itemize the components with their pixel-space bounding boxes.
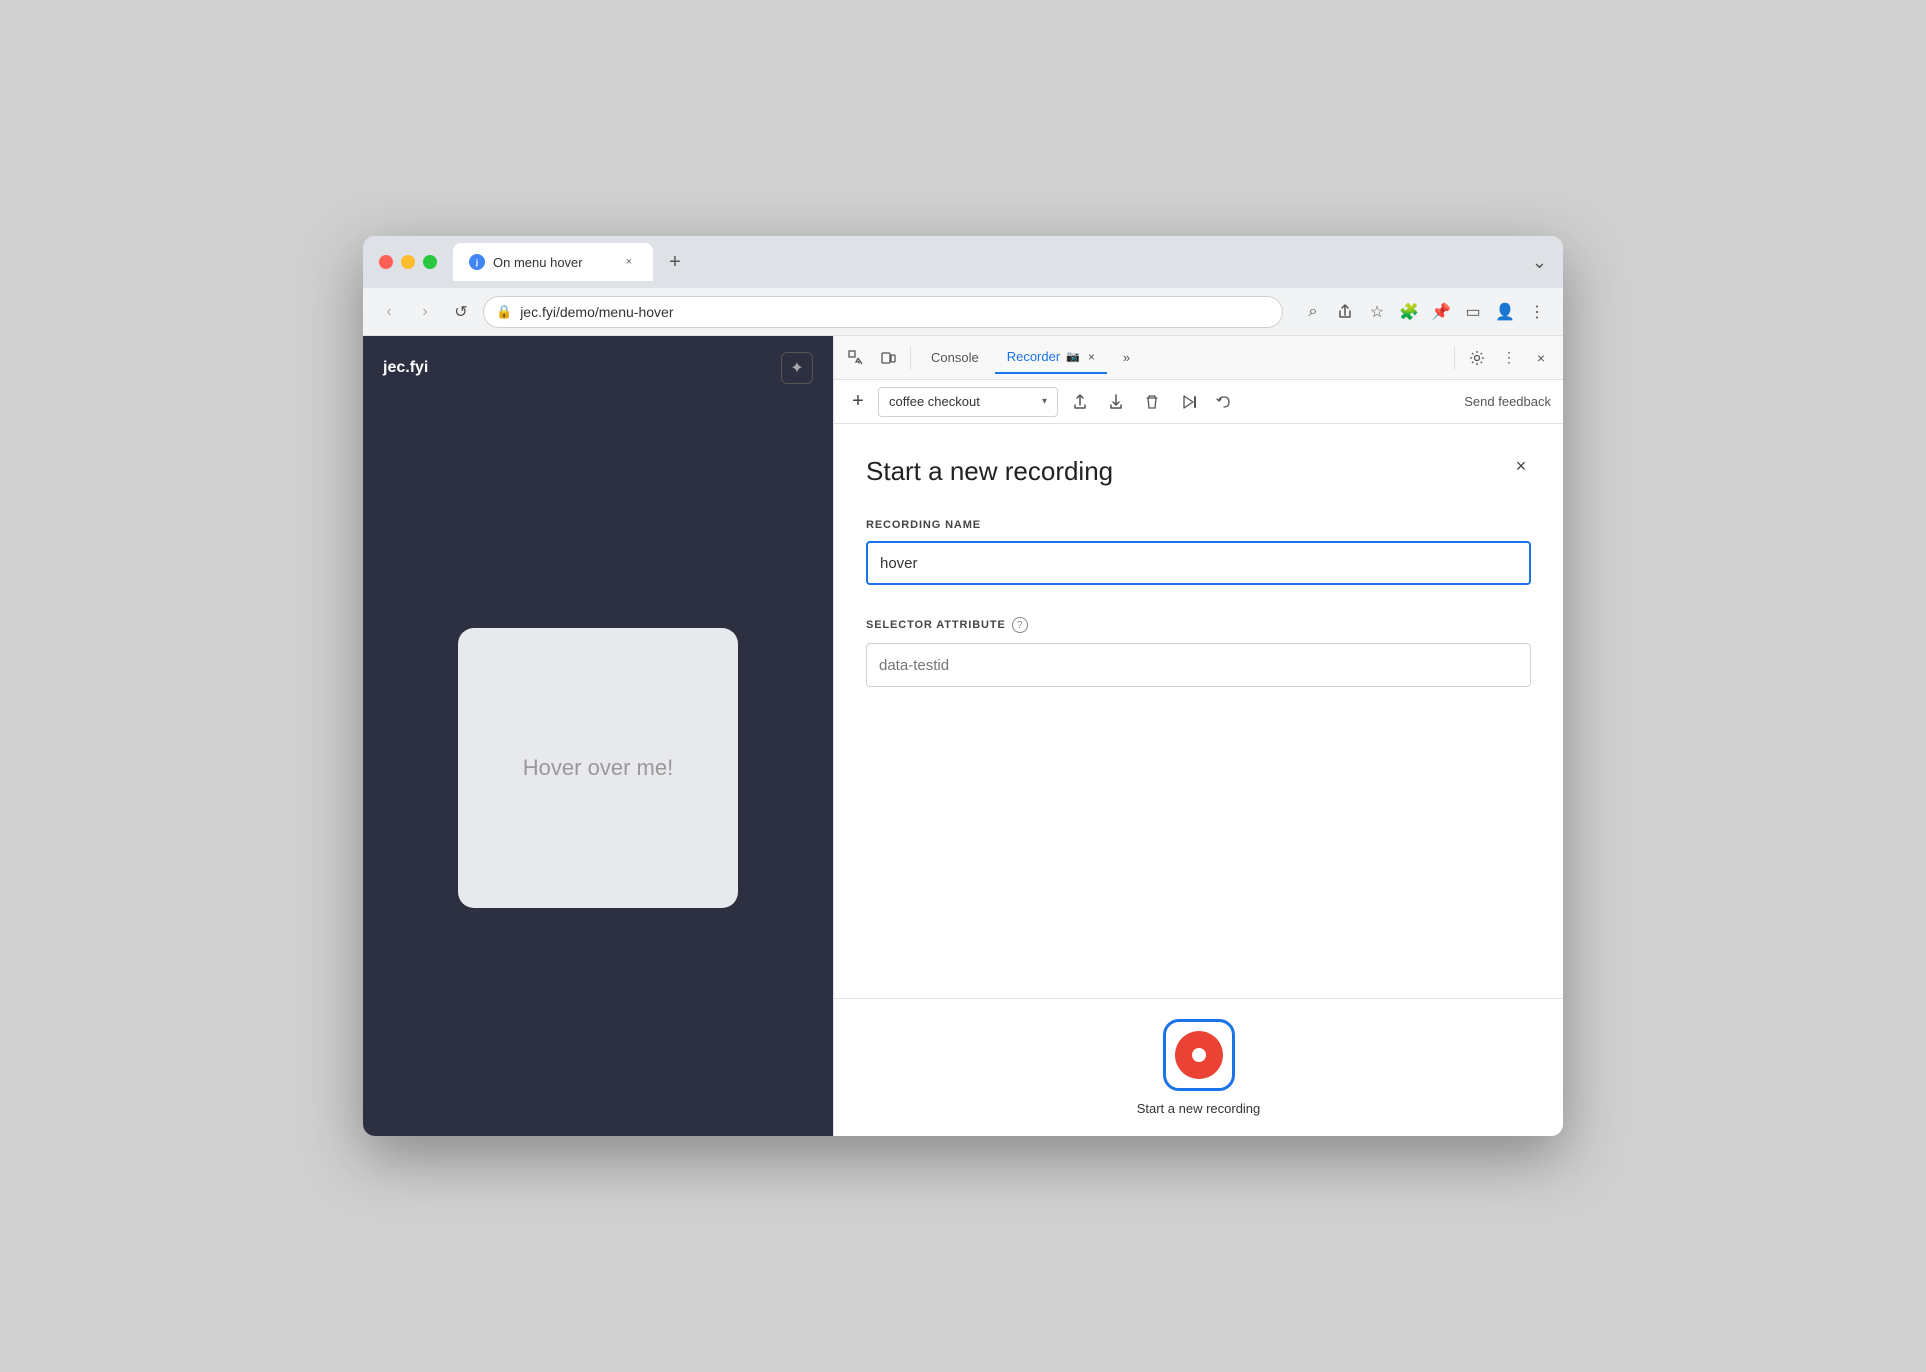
devtools-tabs: Console Recorder 📷 × » bbox=[834, 336, 1563, 380]
devtools-close-button[interactable]: × bbox=[1527, 344, 1555, 372]
download-button[interactable] bbox=[1102, 388, 1130, 416]
window-button[interactable]: ▭ bbox=[1459, 298, 1487, 326]
recorder-content: × Start a new recording RECORDING NAME S… bbox=[834, 424, 1563, 998]
new-tab-button[interactable]: + bbox=[661, 248, 689, 276]
window-menu-button[interactable]: ⌄ bbox=[1532, 252, 1547, 273]
recording-name-label: RECORDING NAME bbox=[866, 519, 1531, 531]
add-icon: + bbox=[852, 390, 864, 413]
devtools-right-actions: ⋮ × bbox=[1450, 344, 1555, 372]
chrome-menu-button[interactable]: ⋮ bbox=[1523, 298, 1551, 326]
webpage-content: Hover over me! bbox=[363, 400, 833, 1136]
webpage-logo: jec.fyi bbox=[383, 359, 428, 377]
selector-attribute-label: SELECTOR ATTRIBUTE bbox=[866, 619, 1006, 631]
upload-button[interactable] bbox=[1066, 388, 1094, 416]
traffic-lights bbox=[379, 255, 437, 269]
more-tabs-label: » bbox=[1123, 350, 1130, 365]
active-tab[interactable]: j On menu hover × bbox=[453, 243, 653, 281]
search-icon-btn[interactable]: ⌕ bbox=[1299, 298, 1327, 326]
start-recording-button[interactable] bbox=[1163, 1019, 1235, 1091]
record-icon-inner bbox=[1189, 1045, 1209, 1065]
traffic-light-red[interactable] bbox=[379, 255, 393, 269]
tab-title: On menu hover bbox=[493, 255, 613, 270]
recorder-bottom: Start a new recording bbox=[834, 998, 1563, 1136]
webpage-topbar: jec.fyi ✦ bbox=[363, 336, 833, 400]
reload-button[interactable]: ↺ bbox=[447, 298, 475, 326]
devtools-menu-button[interactable]: ⋮ bbox=[1495, 344, 1523, 372]
selector-attribute-input[interactable] bbox=[866, 643, 1531, 687]
dropdown-arrow-icon: ▾ bbox=[1042, 396, 1047, 407]
dialog-title: Start a new recording bbox=[866, 456, 1531, 487]
tab-favicon: j bbox=[469, 254, 485, 270]
browser-window: j On menu hover × + ⌄ ‹ › ↺ 🔒 jec.fyi/de… bbox=[363, 236, 1563, 1136]
tab-recorder[interactable]: Recorder 📷 × bbox=[995, 342, 1107, 374]
delete-button[interactable] bbox=[1138, 388, 1166, 416]
profile-button[interactable]: 👤 bbox=[1491, 298, 1519, 326]
pin-button[interactable]: 📌 bbox=[1427, 298, 1455, 326]
tab-separator-2 bbox=[1454, 346, 1455, 370]
content-area: jec.fyi ✦ Hover over me! bbox=[363, 336, 1563, 1136]
console-tab-label: Console bbox=[931, 350, 979, 365]
start-recording-label: Start a new recording bbox=[1137, 1101, 1261, 1116]
forward-button[interactable]: › bbox=[411, 298, 439, 326]
tab-more[interactable]: » bbox=[1111, 342, 1142, 374]
webpage-panel: jec.fyi ✦ Hover over me! bbox=[363, 336, 833, 1136]
recorder-toolbar: + coffee checkout ▾ bbox=[834, 380, 1563, 424]
traffic-light-yellow[interactable] bbox=[401, 255, 415, 269]
tab-bar: j On menu hover × + bbox=[453, 243, 1524, 281]
recording-selector[interactable]: coffee checkout ▾ bbox=[878, 387, 1058, 417]
undo-button[interactable] bbox=[1210, 388, 1238, 416]
add-recording-button[interactable]: + bbox=[846, 390, 870, 414]
play-button[interactable] bbox=[1174, 388, 1202, 416]
dialog-close-button[interactable]: × bbox=[1507, 452, 1535, 480]
recorder-tab-icon: 📷 bbox=[1066, 350, 1080, 363]
url-bar[interactable]: 🔒 jec.fyi/demo/menu-hover bbox=[483, 296, 1283, 328]
share-button[interactable] bbox=[1331, 298, 1359, 326]
send-feedback-link[interactable]: Send feedback bbox=[1464, 394, 1551, 409]
theme-icon: ✦ bbox=[790, 358, 803, 378]
device-mode-icon[interactable] bbox=[874, 344, 902, 372]
title-bar: j On menu hover × + ⌄ bbox=[363, 236, 1563, 288]
hover-card[interactable]: Hover over me! bbox=[458, 628, 738, 908]
devtools-panel: Console Recorder 📷 × » bbox=[833, 336, 1563, 1136]
recorder-tab-close[interactable]: × bbox=[1088, 350, 1095, 364]
selector-attribute-label-row: SELECTOR ATTRIBUTE ? bbox=[866, 617, 1531, 633]
url-text: jec.fyi/demo/menu-hover bbox=[520, 304, 673, 320]
address-bar: ‹ › ↺ 🔒 jec.fyi/demo/menu-hover ⌕ ☆ 🧩 📌 … bbox=[363, 288, 1563, 336]
tab-close-button[interactable]: × bbox=[621, 254, 637, 270]
tab-console[interactable]: Console bbox=[919, 342, 991, 374]
extensions-button[interactable]: 🧩 bbox=[1395, 298, 1423, 326]
hover-card-text: Hover over me! bbox=[523, 755, 673, 781]
address-actions: ⌕ ☆ 🧩 📌 ▭ 👤 ⋮ bbox=[1299, 298, 1551, 326]
inspect-element-icon[interactable] bbox=[842, 344, 870, 372]
back-button[interactable]: ‹ bbox=[375, 298, 403, 326]
devtools-settings-button[interactable] bbox=[1463, 344, 1491, 372]
record-icon bbox=[1175, 1031, 1223, 1079]
tab-separator-1 bbox=[910, 346, 911, 370]
help-question-mark: ? bbox=[1017, 620, 1023, 631]
recording-name: coffee checkout bbox=[889, 394, 1036, 409]
theme-toggle-button[interactable]: ✦ bbox=[781, 352, 813, 384]
recorder-tab-label: Recorder bbox=[1007, 349, 1060, 364]
recording-name-input[interactable] bbox=[866, 541, 1531, 585]
traffic-light-green[interactable] bbox=[423, 255, 437, 269]
selector-help-icon[interactable]: ? bbox=[1012, 617, 1028, 633]
lock-icon: 🔒 bbox=[496, 304, 512, 320]
bookmark-button[interactable]: ☆ bbox=[1363, 298, 1391, 326]
